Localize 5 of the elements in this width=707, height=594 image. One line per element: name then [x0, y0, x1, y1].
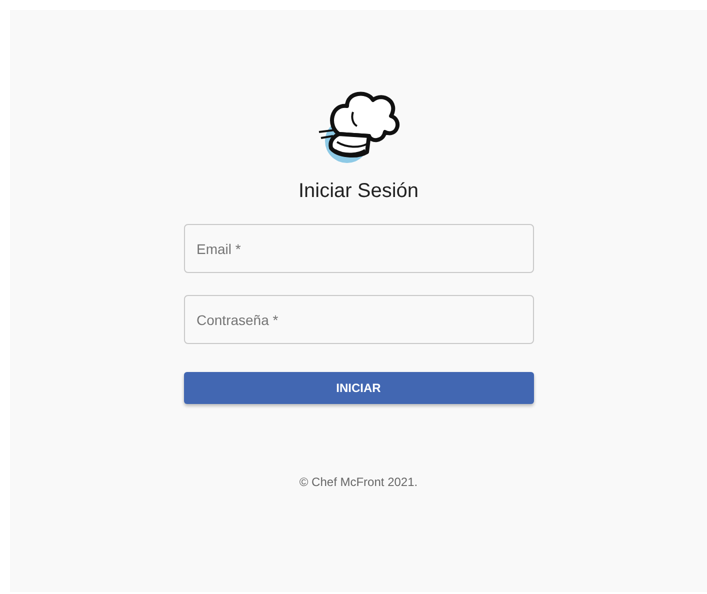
text-field[interactable]: Contraseña *: [184, 295, 534, 344]
page-title: Iniciar Sesión: [298, 180, 419, 203]
login-button[interactable]: INICIAR: [184, 372, 534, 404]
text-field[interactable]: Email *: [184, 224, 534, 273]
copyright-text: © Chef McFront 2021.: [299, 475, 418, 489]
